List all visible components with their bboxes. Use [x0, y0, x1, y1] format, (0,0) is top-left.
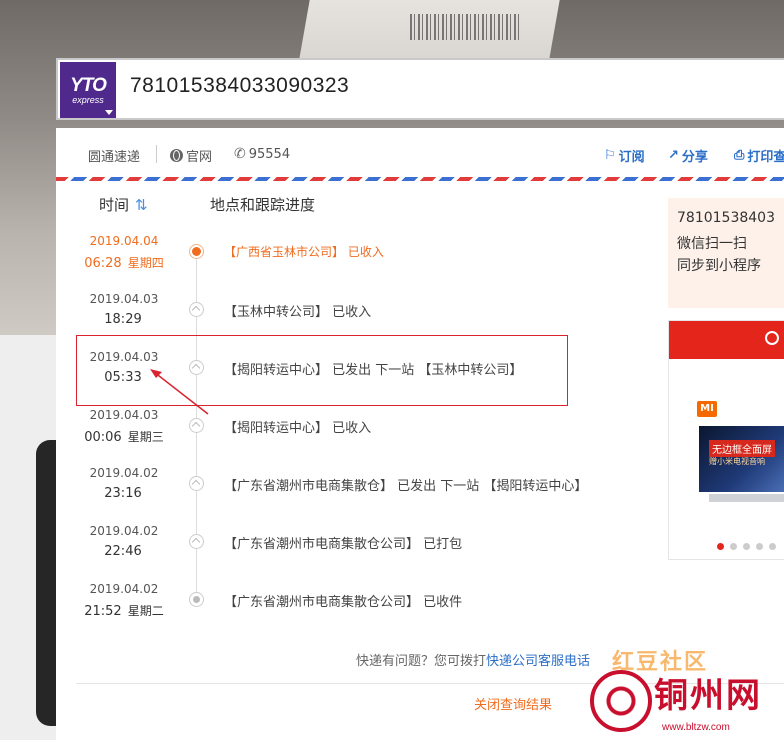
ad-headline: 无边框全面屏 [709, 440, 775, 457]
subscribe-button[interactable]: ⚐ 订阅 [604, 146, 645, 165]
timeline-chevron-up-icon [189, 476, 204, 491]
mi-logo: MI [697, 401, 717, 417]
timeline-current-dot-icon [189, 244, 204, 259]
share-button[interactable]: ↗ 分享 [668, 146, 708, 165]
miniprogram-card: 78101538403 微信扫一扫 同步到小程序 [668, 198, 784, 308]
yto-logo-sub: express [72, 95, 104, 105]
watermark-url: www.bltzw.com [662, 722, 730, 733]
airmail-border [56, 177, 784, 181]
timeline-event: 2019.04.04 06:28 星期四 【广西省玉林市公司】 已收入 [56, 234, 656, 292]
event-date: 2019.04.02 [89, 524, 159, 538]
help-text: 快递有问题？您可拨打快递公司客服电话 [356, 650, 590, 669]
carousel-dot[interactable] [756, 543, 763, 550]
carousel-dot[interactable] [730, 543, 737, 550]
event-description: 【广东省潮州市电商集散仓公司】 已打包 [224, 537, 463, 552]
background-barcode [410, 14, 520, 40]
event-description: 【广东省潮州市电商集散仓】 已发出 下一站 【揭阳转运中心】 [224, 479, 588, 494]
event-date: 2019.04.03 [89, 292, 159, 306]
customer-service-link[interactable]: 快递公司客服电话 [486, 654, 590, 669]
tracking-number-input[interactable]: 781015384033090323 [130, 74, 349, 98]
time-column-header[interactable]: 时间 ⇅ [99, 194, 148, 215]
printer-icon: ⎙ [734, 148, 745, 163]
ad-subline: 赠小米电视音响 [709, 457, 765, 466]
phone-icon: ✆ [234, 146, 246, 162]
yto-logo[interactable]: YTO express [60, 62, 116, 118]
website-label: 官网 [186, 150, 213, 165]
event-date: 2019.04.02 [89, 582, 159, 596]
phone-number: 95554 [248, 146, 291, 162]
company-name: 圆通速递 [88, 150, 141, 165]
progress-column-header: 地点和跟踪进度 [210, 196, 316, 214]
ad-logo-icon [765, 331, 779, 345]
event-time: 22:46 [104, 544, 142, 559]
close-results-link[interactable]: 关闭查询结果 [474, 694, 552, 713]
event-description: 【揭阳转运中心】 已收入 [224, 421, 372, 436]
mini-line-1: 微信扫一扫 [677, 236, 747, 252]
event-time: 06:28 星期四 [84, 256, 164, 271]
help-question: 快递有问题？您可拨打 [356, 654, 487, 669]
carousel-dot[interactable] [743, 543, 750, 550]
event-description: 【广西省玉林市公司】 已收入 [224, 245, 384, 259]
event-description: 【玉林中转公司】 已收入 [224, 305, 372, 320]
watermark-seal-icon [590, 670, 652, 732]
tracking-search-bar: YTO express 781015384033090323 [56, 58, 784, 120]
time-header-label: 时间 [99, 196, 130, 214]
timeline-chevron-up-icon [189, 302, 204, 317]
subscribe-label: 订阅 [618, 150, 645, 165]
globe-icon [170, 149, 183, 162]
event-date: 2019.04.04 [89, 234, 159, 248]
watermark-title: 铜州网 [654, 676, 762, 716]
print-label: 打印查 [747, 150, 784, 165]
timeline-chevron-up-icon [189, 418, 204, 433]
tv-image: 无边框全面屏 赠小米电视音响 [699, 426, 784, 492]
phone-info: ✆ 95554 [234, 146, 290, 162]
event-description: 【广东省潮州市电商集散仓公司】 已收件 [224, 595, 463, 610]
advertisement-banner[interactable]: MI 无边框全面屏 赠小米电视音响 [668, 320, 784, 560]
share-label: 分享 [681, 150, 708, 165]
event-date: 2019.04.02 [89, 466, 159, 480]
timeline-event: 2019.04.02 23:16 【广东省潮州市电商集散仓】 已发出 下一站 【… [56, 466, 656, 524]
tv-stand [709, 494, 784, 502]
carousel-dots[interactable] [717, 543, 776, 550]
annotation-arrow-icon [150, 369, 209, 415]
event-time: 21:52 星期二 [84, 604, 164, 619]
event-time: 18:29 [104, 312, 142, 327]
timeline-event: 2019.04.02 21:52 星期二 【广东省潮州市电商集散仓公司】 已收件 [56, 582, 656, 640]
mini-tracking-number: 78101538403 [677, 210, 775, 226]
carousel-dot[interactable] [769, 543, 776, 550]
yto-logo-mark: YTO [70, 75, 107, 96]
event-time: 23:16 [104, 486, 142, 501]
timeline-event: 2019.04.03 00:06 星期三 【揭阳转运中心】 已收入 [56, 408, 656, 466]
print-button[interactable]: ⎙ 打印查 [734, 146, 784, 165]
watermark: 红豆社区 铜州网 www.bltzw.com [590, 640, 784, 740]
timeline-event: 2019.04.02 22:46 【广东省潮州市电商集散仓公司】 已打包 [56, 524, 656, 582]
bookmark-icon: ⚐ [604, 148, 616, 163]
timeline-chevron-up-icon [189, 534, 204, 549]
timeline-origin-dot-icon [189, 592, 204, 607]
website-link[interactable]: 官网 [170, 146, 212, 165]
sort-icon[interactable]: ⇅ [135, 196, 148, 214]
mini-line-2: 同步到小程序 [677, 258, 761, 274]
dropdown-icon [105, 110, 113, 115]
divider [156, 145, 157, 163]
carousel-dot[interactable] [717, 543, 724, 550]
company-infobar: 圆通速递 官网 ✆ 95554 ⚐ 订阅 ↗ 分享 ⎙ 打印查 [56, 128, 784, 176]
share-icon: ↗ [668, 148, 679, 163]
event-time: 00:06 星期三 [84, 430, 164, 445]
ad-header [669, 321, 784, 359]
